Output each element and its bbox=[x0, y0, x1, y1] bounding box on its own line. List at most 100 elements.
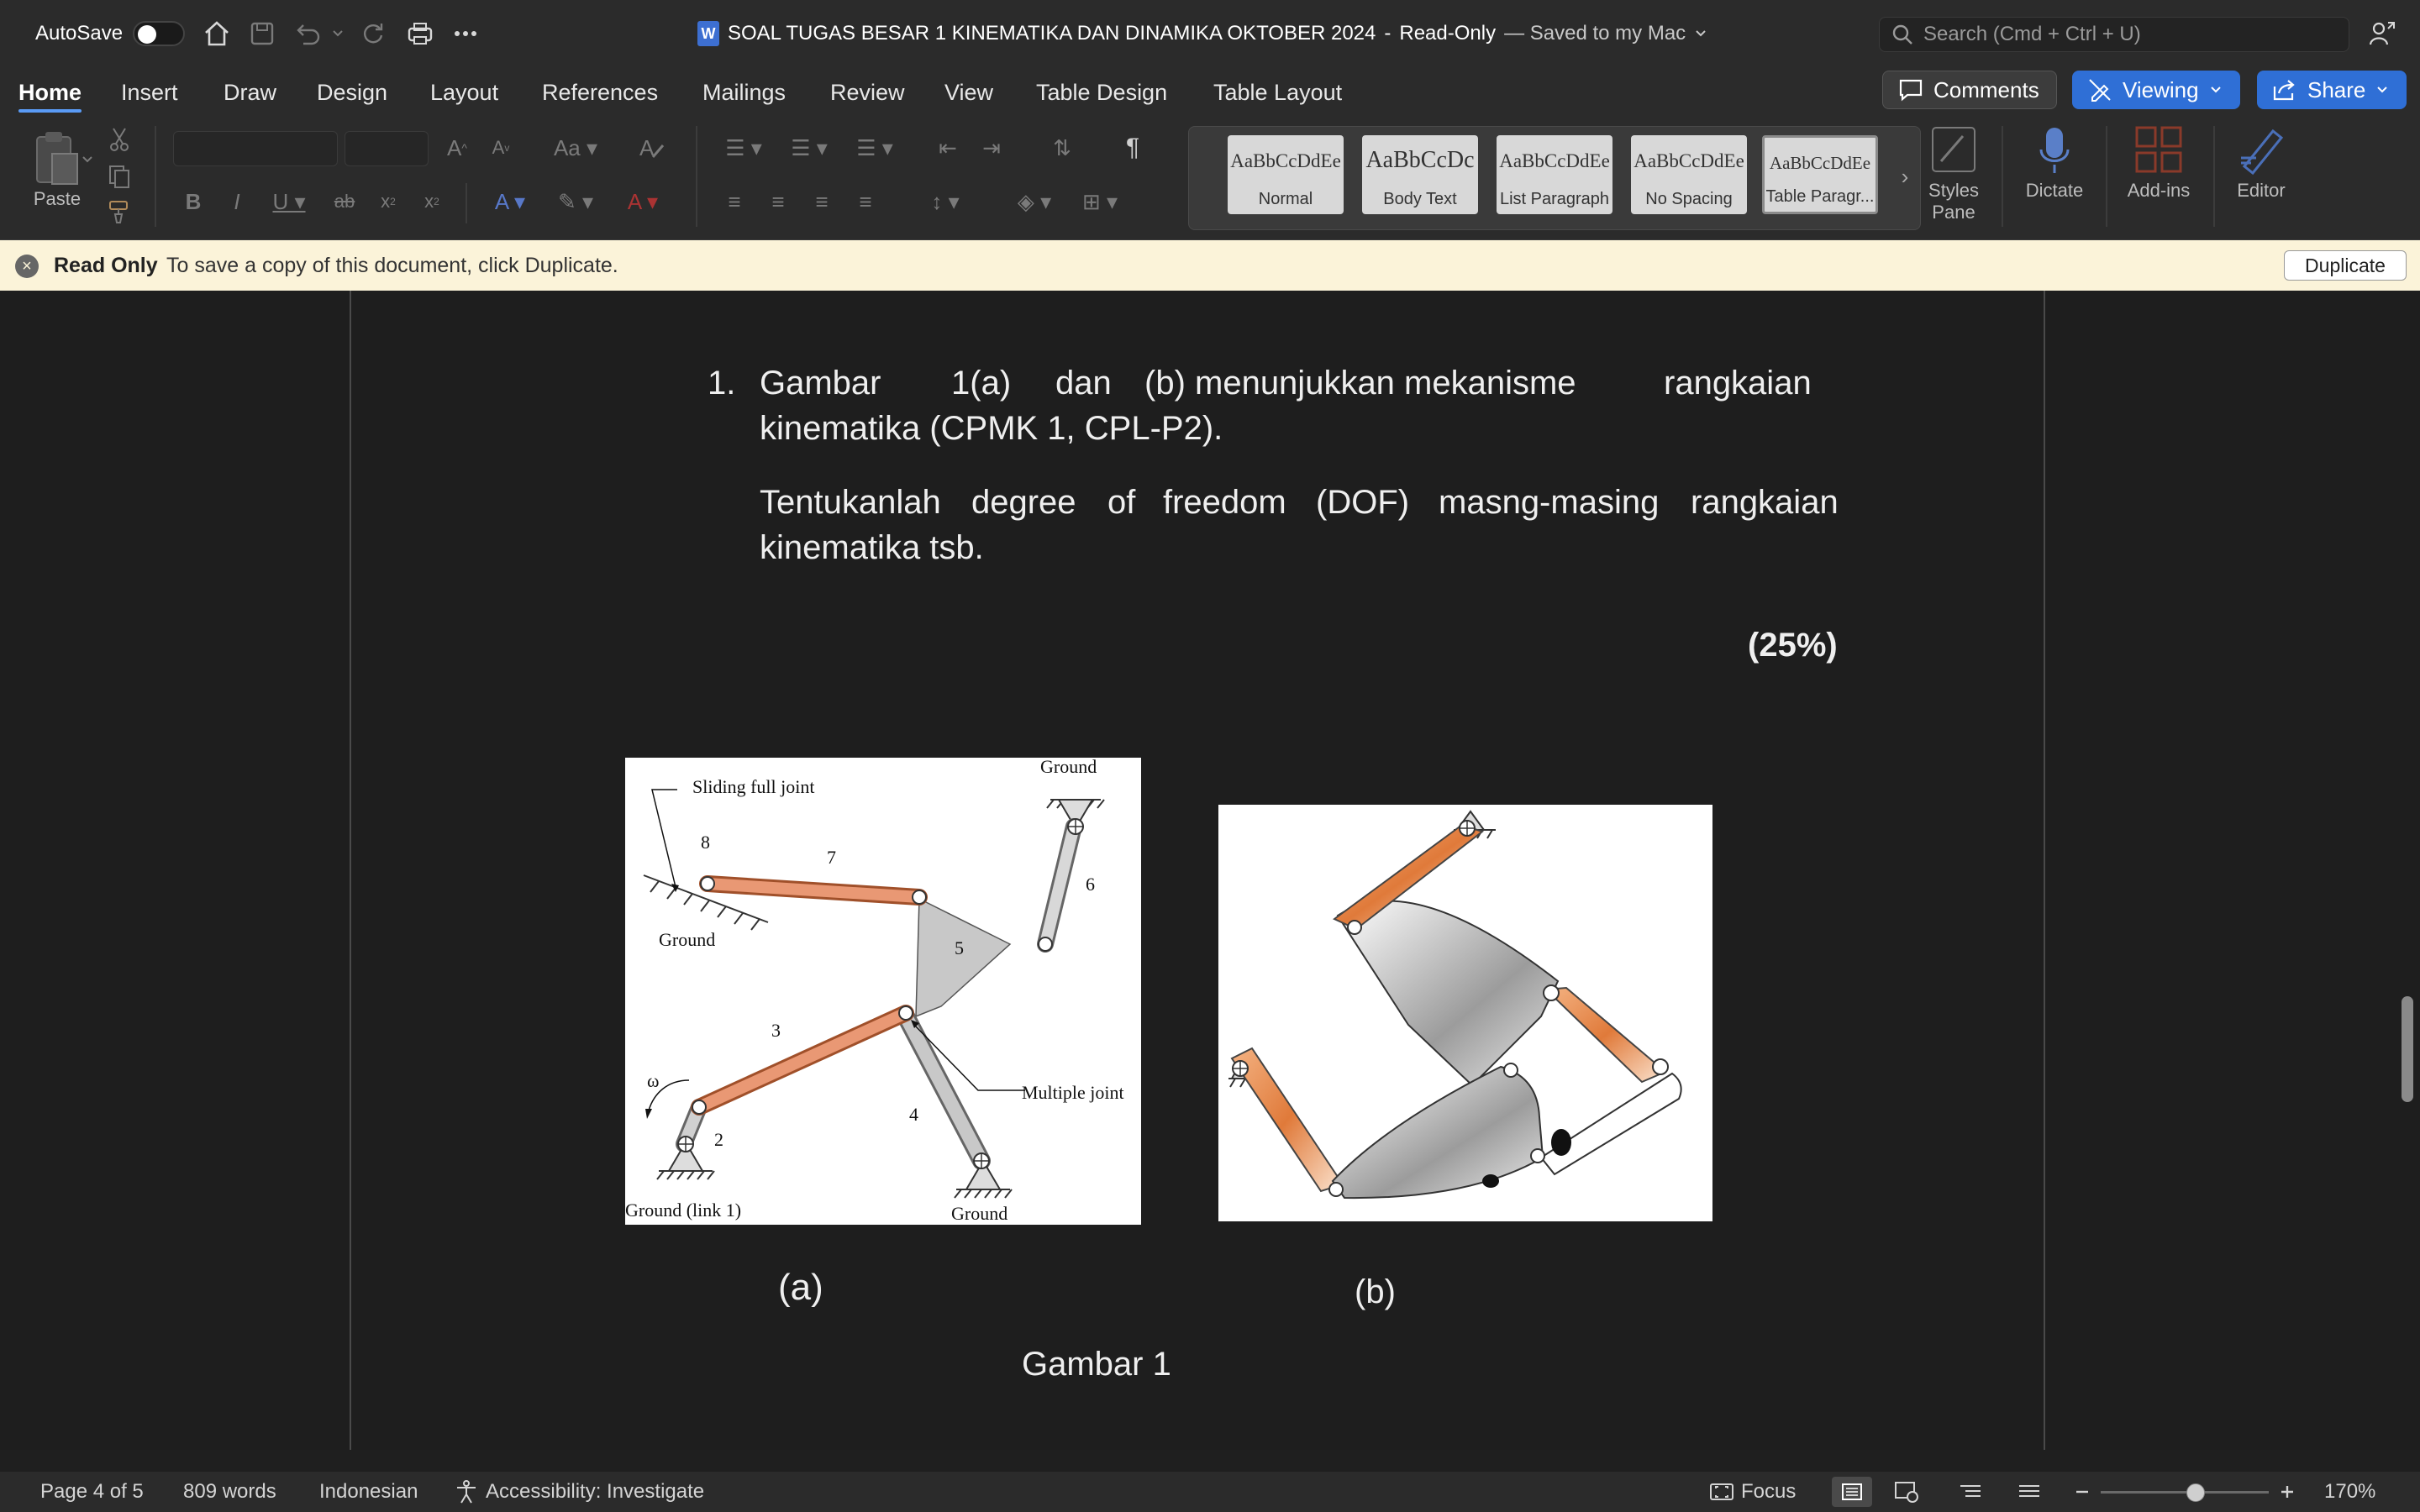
format-painter-icon[interactable] bbox=[104, 197, 134, 227]
para2-word: freedom bbox=[1163, 484, 1286, 521]
align-center-icon[interactable]: ≡ bbox=[761, 185, 795, 218]
tab-home[interactable]: Home bbox=[18, 72, 82, 113]
zoom-slider[interactable] bbox=[2101, 1472, 2269, 1512]
zoom-out-icon[interactable] bbox=[2074, 1472, 2091, 1512]
underline-icon[interactable]: U ▾ bbox=[266, 185, 313, 218]
editor-button[interactable]: Editor bbox=[2215, 124, 2307, 202]
label-link-8: 8 bbox=[701, 832, 710, 853]
accessibility-button[interactable]: Accessibility: Investigate bbox=[454, 1472, 704, 1512]
close-infobar-icon[interactable]: × bbox=[15, 255, 39, 278]
addins-button[interactable]: Add-ins bbox=[2112, 124, 2205, 202]
figure-b-mechanism[interactable] bbox=[1218, 805, 1712, 1221]
autosave-toggle[interactable] bbox=[133, 0, 185, 67]
document-canvas[interactable]: 1. Gambar 1(a) dan (b) menunjukkan mekan… bbox=[0, 291, 2420, 1450]
print-icon[interactable] bbox=[402, 0, 439, 67]
zoom-level[interactable]: 170% bbox=[2324, 1472, 2375, 1512]
tab-design[interactable]: Design bbox=[317, 72, 387, 113]
tab-review[interactable]: Review bbox=[830, 72, 905, 113]
decrease-indent-icon[interactable]: ⇤ bbox=[931, 131, 965, 165]
share-person-icon[interactable] bbox=[2368, 0, 2396, 67]
scrollbar-thumb[interactable] bbox=[2402, 996, 2413, 1102]
text-effects-icon[interactable]: A ▾ bbox=[481, 185, 539, 218]
figure-a-mechanism[interactable]: Ground Sliding full joint 8 7 6 5 Ground… bbox=[625, 758, 1141, 1225]
home-icon[interactable] bbox=[198, 0, 235, 67]
tab-layout[interactable]: Layout bbox=[430, 72, 498, 113]
change-case-icon[interactable]: Aa ▾ bbox=[546, 131, 605, 165]
align-left-icon[interactable]: ≡ bbox=[718, 185, 751, 218]
para2-word: masng-masing bbox=[1439, 484, 1660, 521]
vertical-scrollbar[interactable] bbox=[2396, 291, 2420, 1450]
comments-button[interactable]: Comments bbox=[1882, 71, 2057, 109]
duplicate-button[interactable]: Duplicate bbox=[2284, 250, 2407, 281]
draft-view-icon[interactable] bbox=[2017, 1472, 2042, 1512]
editor-pen-icon bbox=[2236, 124, 2286, 175]
tab-mailings[interactable]: Mailings bbox=[702, 72, 786, 113]
para1-word: dan bbox=[1055, 365, 1112, 402]
document-title[interactable]: W SOAL TUGAS BESAR 1 KINEMATIKA DAN DINA… bbox=[697, 0, 1707, 67]
search-box[interactable]: Search (Cmd + Ctrl + U) bbox=[1879, 17, 2349, 52]
copy-icon[interactable] bbox=[104, 161, 134, 192]
borders-icon[interactable]: ⊞ ▾ bbox=[1071, 185, 1129, 218]
style-normal[interactable]: AaBbCcDdEe Normal bbox=[1228, 135, 1344, 214]
paste-dropdown-icon[interactable] bbox=[79, 150, 96, 170]
save-icon[interactable] bbox=[244, 0, 281, 67]
shrink-font-icon[interactable]: Av bbox=[484, 131, 518, 165]
sort-icon[interactable]: ⇅ bbox=[1045, 131, 1079, 165]
tab-draw[interactable]: Draw bbox=[224, 72, 276, 113]
clear-formatting-icon[interactable]: A bbox=[635, 131, 669, 165]
subscript-icon[interactable]: x2 bbox=[373, 185, 403, 218]
more-options-icon[interactable] bbox=[447, 0, 484, 67]
superscript-icon[interactable]: x2 bbox=[417, 185, 447, 218]
increase-indent-icon[interactable]: ⇥ bbox=[975, 131, 1008, 165]
bullets-icon[interactable]: ☰ ▾ bbox=[714, 131, 773, 165]
font-size-select[interactable] bbox=[345, 131, 429, 166]
outline-view-icon[interactable] bbox=[1958, 1472, 1983, 1512]
styles-pane-button[interactable]: Styles Pane bbox=[1907, 124, 2000, 223]
accessibility-label: Accessibility: Investigate bbox=[486, 1480, 705, 1503]
highlight-icon[interactable]: ✎ ▾ bbox=[546, 185, 605, 218]
label-link-3: 3 bbox=[771, 1020, 781, 1041]
figure-caption: Gambar 1 bbox=[1022, 1346, 1171, 1383]
tab-table-design[interactable]: Table Design bbox=[1036, 72, 1167, 113]
grow-font-icon[interactable]: A ^ bbox=[440, 131, 474, 165]
style-body-text[interactable]: AaBbCcDc Body Text bbox=[1362, 135, 1478, 214]
word-count[interactable]: 809 words bbox=[183, 1472, 276, 1512]
viewing-mode-button[interactable]: Viewing bbox=[2072, 71, 2240, 109]
cut-icon[interactable] bbox=[104, 124, 134, 155]
numbering-icon[interactable]: ☰ ▾ bbox=[780, 131, 839, 165]
share-button[interactable]: Share bbox=[2257, 71, 2407, 109]
align-right-icon[interactable]: ≡ bbox=[805, 185, 839, 218]
focus-button[interactable]: Focus bbox=[1709, 1472, 1796, 1512]
shading-icon[interactable]: ◈ ▾ bbox=[1005, 185, 1064, 218]
show-formatting-marks-icon[interactable]: ¶ bbox=[1116, 131, 1150, 165]
italic-icon[interactable]: I bbox=[222, 185, 252, 218]
page-indicator[interactable]: Page 4 of 5 bbox=[40, 1472, 144, 1512]
strikethrough-icon[interactable]: ab bbox=[328, 185, 361, 218]
dictate-button[interactable]: Dictate bbox=[2008, 124, 2101, 202]
font-color-icon[interactable]: A ▾ bbox=[613, 185, 672, 218]
style-no-spacing[interactable]: AaBbCcDdEe No Spacing bbox=[1631, 135, 1747, 214]
zoom-in-icon[interactable] bbox=[2279, 1472, 2296, 1512]
print-layout-view-icon[interactable] bbox=[1832, 1477, 1872, 1507]
justify-icon[interactable]: ≡ bbox=[849, 185, 882, 218]
style-table-paragraph[interactable]: AaBbCcDdEe Table Paragr... bbox=[1762, 135, 1878, 214]
tab-insert[interactable]: Insert bbox=[121, 72, 178, 113]
comments-label: Comments bbox=[1933, 76, 2039, 102]
font-family-select[interactable] bbox=[173, 131, 338, 166]
web-layout-view-icon[interactable] bbox=[1894, 1472, 1919, 1512]
multilevel-list-icon[interactable]: ☰ ▾ bbox=[845, 131, 904, 165]
line-spacing-icon[interactable]: ↕ ▾ bbox=[916, 185, 975, 218]
label-link-2: 2 bbox=[714, 1129, 723, 1150]
tab-table-layout[interactable]: Table Layout bbox=[1213, 72, 1342, 113]
redo-icon[interactable] bbox=[355, 0, 392, 67]
tab-view[interactable]: View bbox=[944, 72, 993, 113]
tab-references[interactable]: References bbox=[542, 72, 658, 113]
language-indicator[interactable]: Indonesian bbox=[319, 1472, 418, 1512]
undo-icon[interactable] bbox=[289, 0, 326, 67]
style-list-paragraph[interactable]: AaBbCcDdEe List Paragraph bbox=[1497, 135, 1612, 214]
undo-dropdown-icon[interactable] bbox=[331, 0, 345, 67]
style-sample: AaBbCcDdEe bbox=[1769, 153, 1871, 173]
bold-icon[interactable]: B bbox=[178, 185, 208, 218]
zoom-slider-thumb[interactable] bbox=[2186, 1483, 2205, 1502]
share-icon bbox=[2273, 80, 2295, 101]
